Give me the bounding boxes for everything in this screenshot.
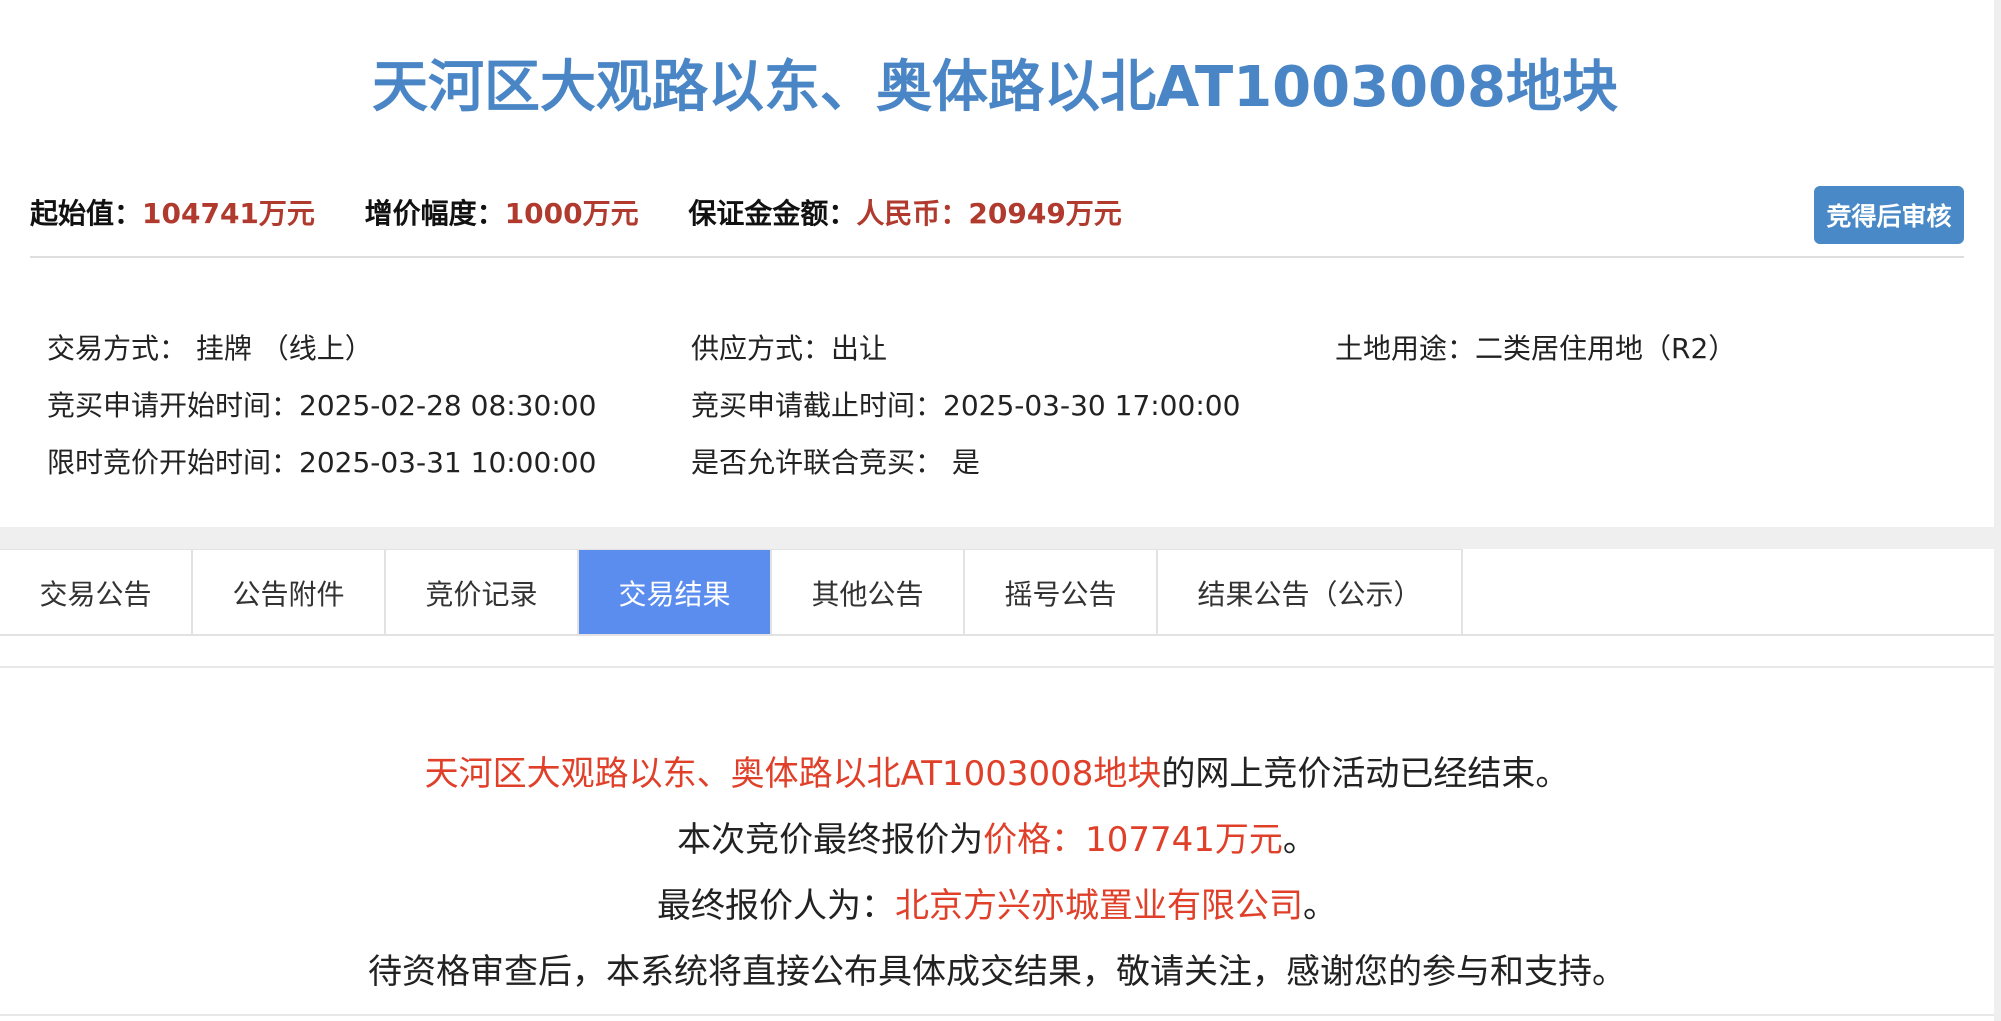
increment-item: 增价幅度：1000万元 [365,197,639,230]
result-line-2-prefix: 本次竞价最终报价为 [677,820,984,860]
tab-bar: 交易公告 公告附件 竞价记录 交易结果 其他公告 摇号公告 结果公告（公示） [0,549,1463,636]
tab-trade-result[interactable]: 交易结果 [579,550,772,636]
bottom-divider [0,1014,1994,1016]
final-bidder: 北京方兴亦城置业有限公司 [895,886,1303,926]
result-parcel-name: 天河区大观路以东、奥体路以北AT1003008地块 [424,754,1162,794]
start-value-item: 起始值：104741万元 [30,197,315,230]
price-summary: 起始值：104741万元 增价幅度：1000万元 保证金金额：人民币：20949… [30,192,1162,232]
deposit-label: 保证金金额： [688,197,857,230]
increment-label: 增价幅度： [364,197,505,230]
trade-method: 交易方式： 挂牌 （线上） [47,332,373,365]
tab-trade-announcement[interactable]: 交易公告 [0,550,193,636]
content-divider [0,666,1994,668]
tab-result-announcement[interactable]: 结果公告（公示） [1158,550,1463,636]
result-line-1-text: 的网上竞价活动已经结束。 [1161,754,1570,794]
tab-announcement-attachments[interactable]: 公告附件 [193,550,386,636]
result-line-2: 本次竞价最终报价为价格：107741万元。 [0,812,1994,861]
start-value-label: 起始值： [30,197,143,230]
scrollbar-track[interactable] [1994,0,2001,1021]
bid-start-time: 限时竞价开始时间：2025-03-31 10:00:00 [47,446,597,479]
page-title: 天河区大观路以东、奥体路以北AT1003008地块 [372,55,1618,120]
page: 天河区大观路以东、奥体路以北AT1003008地块 起始值：104741万元 增… [0,0,2001,1021]
apply-start-time: 竞买申请开始时间：2025-02-28 08:30:00 [47,389,597,422]
apply-end-time: 竞买申请截止时间：2025-03-30 17:00:00 [691,389,1241,422]
supply-method: 供应方式：出让 [691,332,888,365]
tabs-divider [0,634,1994,636]
result-line-4: 待资格审查后，本系统将直接公布具体成交结果，敬请关注，感谢您的参与和支持。 [368,952,1626,992]
tab-other-announcements[interactable]: 其他公告 [772,550,965,636]
increment-value: 1000万元 [504,197,639,230]
result-line-3-prefix: 最终报价人为： [657,886,895,926]
tab-lottery-announcement[interactable]: 摇号公告 [965,550,1158,636]
post-win-review-button[interactable]: 竞得后审核 [1814,186,1964,244]
start-value: 104741万元 [142,197,315,230]
result-line-3-suffix: 。 [1303,886,1337,926]
deposit-item: 保证金金额：人民币：20949万元 [688,197,1121,230]
joint-bid-allowed: 是否允许联合竞买： 是 [691,446,980,479]
result-line-1: 天河区大观路以东、奥体路以北AT1003008地块的网上竞价活动已经结束。 [0,746,1994,795]
divider [30,256,1964,258]
final-price: 价格：107741万元 [983,820,1283,860]
land-use: 土地用途：二类居住用地（R2） [1335,332,1737,365]
tab-bid-records[interactable]: 竞价记录 [386,550,579,636]
result-line-2-suffix: 。 [1282,820,1317,860]
deposit-value: 人民币：20949万元 [856,197,1122,230]
section-separator [0,527,2001,549]
result-line-3: 最终报价人为：北京方兴亦城置业有限公司。 [0,878,1994,927]
